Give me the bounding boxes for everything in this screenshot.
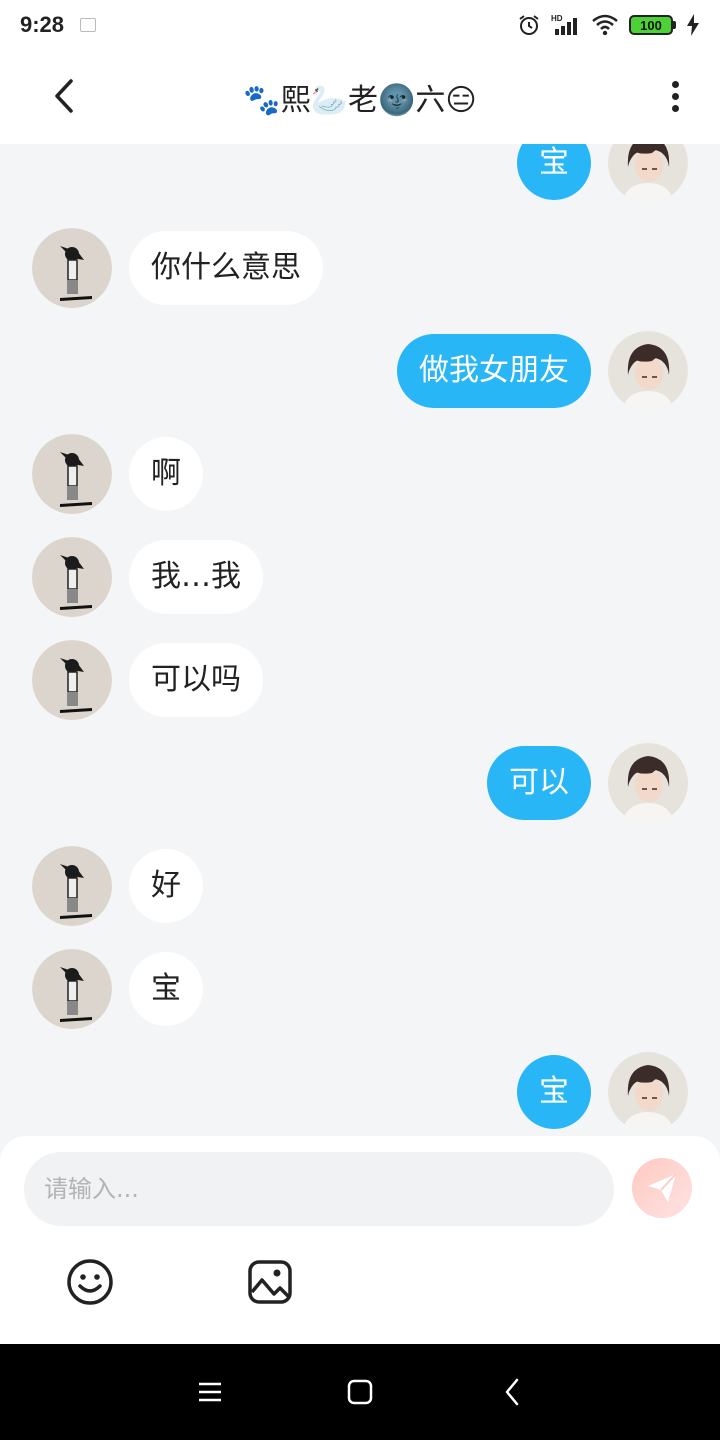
message-list[interactable]: 宝 你什么意思 做我女朋友 啊 我…我 可以吗 可以 好 宝 宝 — [0, 144, 720, 1137]
avatar[interactable] — [32, 434, 112, 514]
battery-indicator: 100 — [629, 15, 676, 35]
message-row-received: 可以吗 — [0, 640, 720, 720]
message-input[interactable] — [44, 1175, 594, 1203]
message-row-received: 好 — [0, 846, 720, 926]
message-bubble[interactable]: 可以吗 — [129, 643, 263, 717]
alarm-icon — [519, 15, 539, 35]
avatar[interactable] — [32, 537, 112, 617]
message-bubble[interactable]: 你什么意思 — [129, 231, 323, 305]
menu-icon — [199, 1382, 221, 1402]
system-nav-bar — [0, 1344, 720, 1440]
message-bubble[interactable]: 做我女朋友 — [397, 334, 591, 408]
emoji-icon — [67, 1259, 113, 1305]
avatar[interactable] — [32, 640, 112, 720]
message-row-sent: 宝 — [0, 1052, 720, 1132]
battery-level: 100 — [629, 15, 673, 35]
nav-menu-button[interactable] — [190, 1372, 230, 1412]
composer-panel — [0, 1136, 720, 1344]
avatar[interactable] — [32, 949, 112, 1029]
status-time: 9:28 — [20, 12, 65, 37]
message-bubble[interactable]: 可以 — [487, 746, 591, 820]
message-bubble[interactable]: 宝 — [517, 1055, 591, 1129]
chat-header: 🐾熙🦢老🌚六😑 — [0, 50, 720, 144]
message-input-container[interactable] — [24, 1152, 614, 1226]
chat-title: 🐾熙🦢老🌚六😑 — [243, 83, 477, 118]
avatar[interactable] — [608, 144, 688, 203]
chevron-left-icon — [55, 79, 73, 113]
message-bubble[interactable]: 好 — [129, 849, 203, 923]
nav-home-button[interactable] — [340, 1372, 380, 1412]
message-row-sent: 做我女朋友 — [0, 331, 720, 411]
message-row-sent: 可以 — [0, 743, 720, 823]
message-row-received: 你什么意思 — [0, 228, 720, 308]
avatar[interactable] — [32, 228, 112, 308]
back-button[interactable] — [44, 76, 84, 116]
network-label: HD — [551, 14, 563, 23]
back-icon — [505, 1378, 519, 1406]
send-icon — [648, 1173, 677, 1202]
nav-back-button[interactable] — [492, 1372, 532, 1412]
message-row-received: 啊 — [0, 434, 720, 514]
status-icons: HD 100 — [517, 13, 700, 37]
message-row-received: 我…我 — [0, 537, 720, 617]
image-icon — [248, 1260, 292, 1304]
more-options-button[interactable] — [660, 76, 690, 116]
avatar[interactable] — [608, 1052, 688, 1132]
send-button[interactable] — [632, 1158, 692, 1218]
message-bubble[interactable]: 宝 — [517, 144, 591, 200]
message-bubble[interactable]: 宝 — [129, 952, 203, 1026]
emoji-button[interactable] — [66, 1258, 114, 1306]
signal-icon: HD — [551, 14, 577, 35]
status-bar: 9:28 HD 100 — [0, 0, 720, 50]
avatar[interactable] — [608, 743, 688, 823]
notification-icon — [80, 18, 97, 32]
message-bubble[interactable]: 我…我 — [129, 540, 263, 614]
message-bubble[interactable]: 啊 — [129, 437, 203, 511]
avatar[interactable] — [32, 846, 112, 926]
more-vertical-icon — [671, 80, 679, 88]
charging-icon — [687, 14, 699, 36]
home-icon — [347, 1379, 373, 1405]
message-row-sent: 宝 — [0, 144, 720, 203]
image-button[interactable] — [246, 1258, 294, 1306]
wifi-icon — [592, 14, 618, 36]
avatar[interactable] — [608, 331, 688, 411]
message-row-received: 宝 — [0, 949, 720, 1029]
